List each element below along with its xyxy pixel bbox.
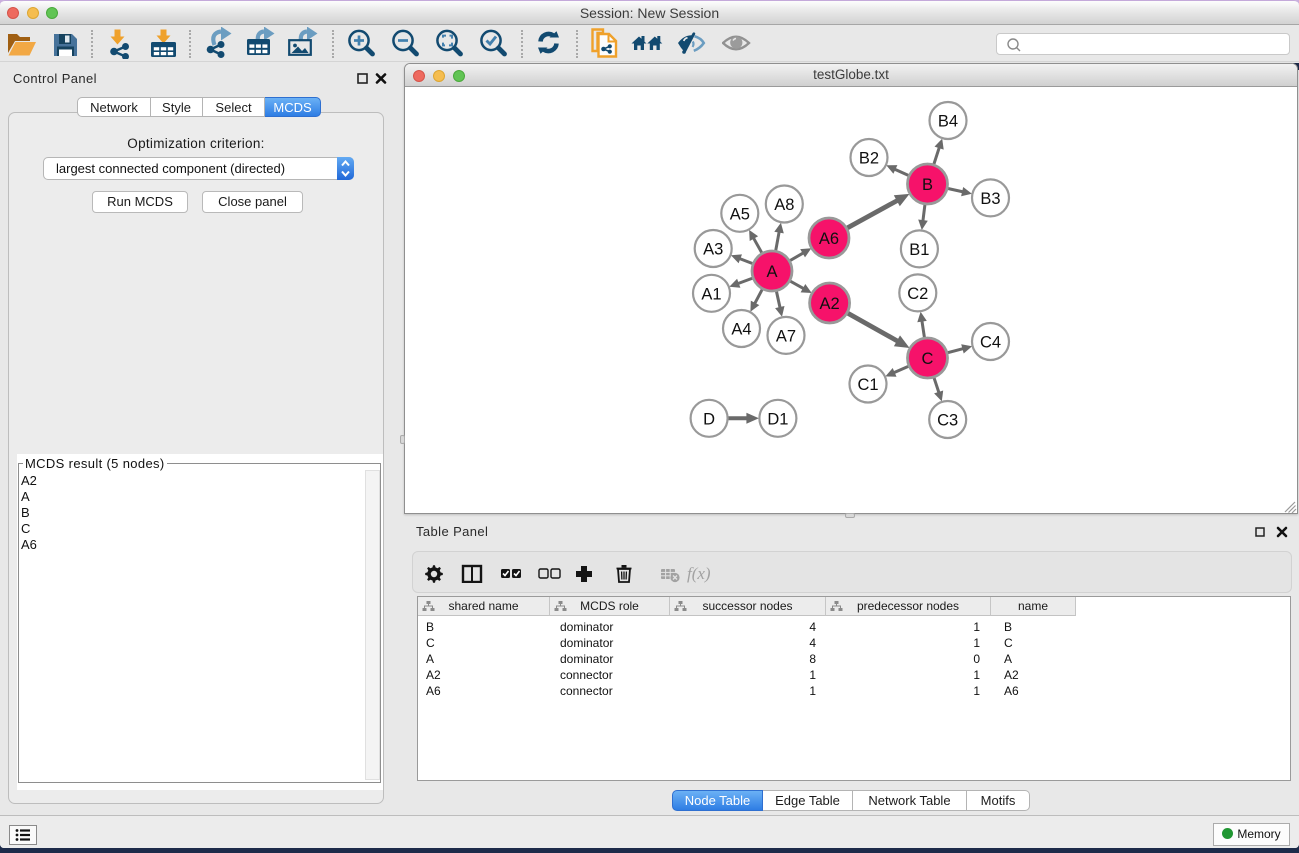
svg-text:f(x): f(x) bbox=[687, 564, 711, 583]
svg-text:B: B bbox=[922, 176, 933, 194]
svg-text:C3: C3 bbox=[937, 412, 958, 430]
svg-text:B3: B3 bbox=[980, 190, 1000, 208]
svg-text:A5: A5 bbox=[730, 205, 750, 223]
svg-text:A8: A8 bbox=[774, 196, 794, 214]
svg-text:A4: A4 bbox=[731, 321, 751, 339]
svg-text:B1: B1 bbox=[909, 241, 929, 259]
svg-text:C2: C2 bbox=[907, 285, 928, 303]
svg-text:D: D bbox=[703, 410, 715, 428]
svg-text:A3: A3 bbox=[703, 241, 723, 259]
svg-text:C: C bbox=[922, 350, 934, 368]
svg-text:B4: B4 bbox=[938, 113, 958, 131]
svg-text:A1: A1 bbox=[701, 285, 721, 303]
svg-text:A: A bbox=[766, 263, 777, 281]
svg-text:C4: C4 bbox=[980, 334, 1001, 352]
svg-text:D1: D1 bbox=[767, 410, 788, 428]
svg-text:B2: B2 bbox=[859, 150, 879, 168]
svg-text:C1: C1 bbox=[857, 376, 878, 394]
svg-text:A2: A2 bbox=[820, 295, 840, 313]
svg-text:A6: A6 bbox=[819, 230, 839, 248]
svg-text:A7: A7 bbox=[776, 327, 796, 345]
